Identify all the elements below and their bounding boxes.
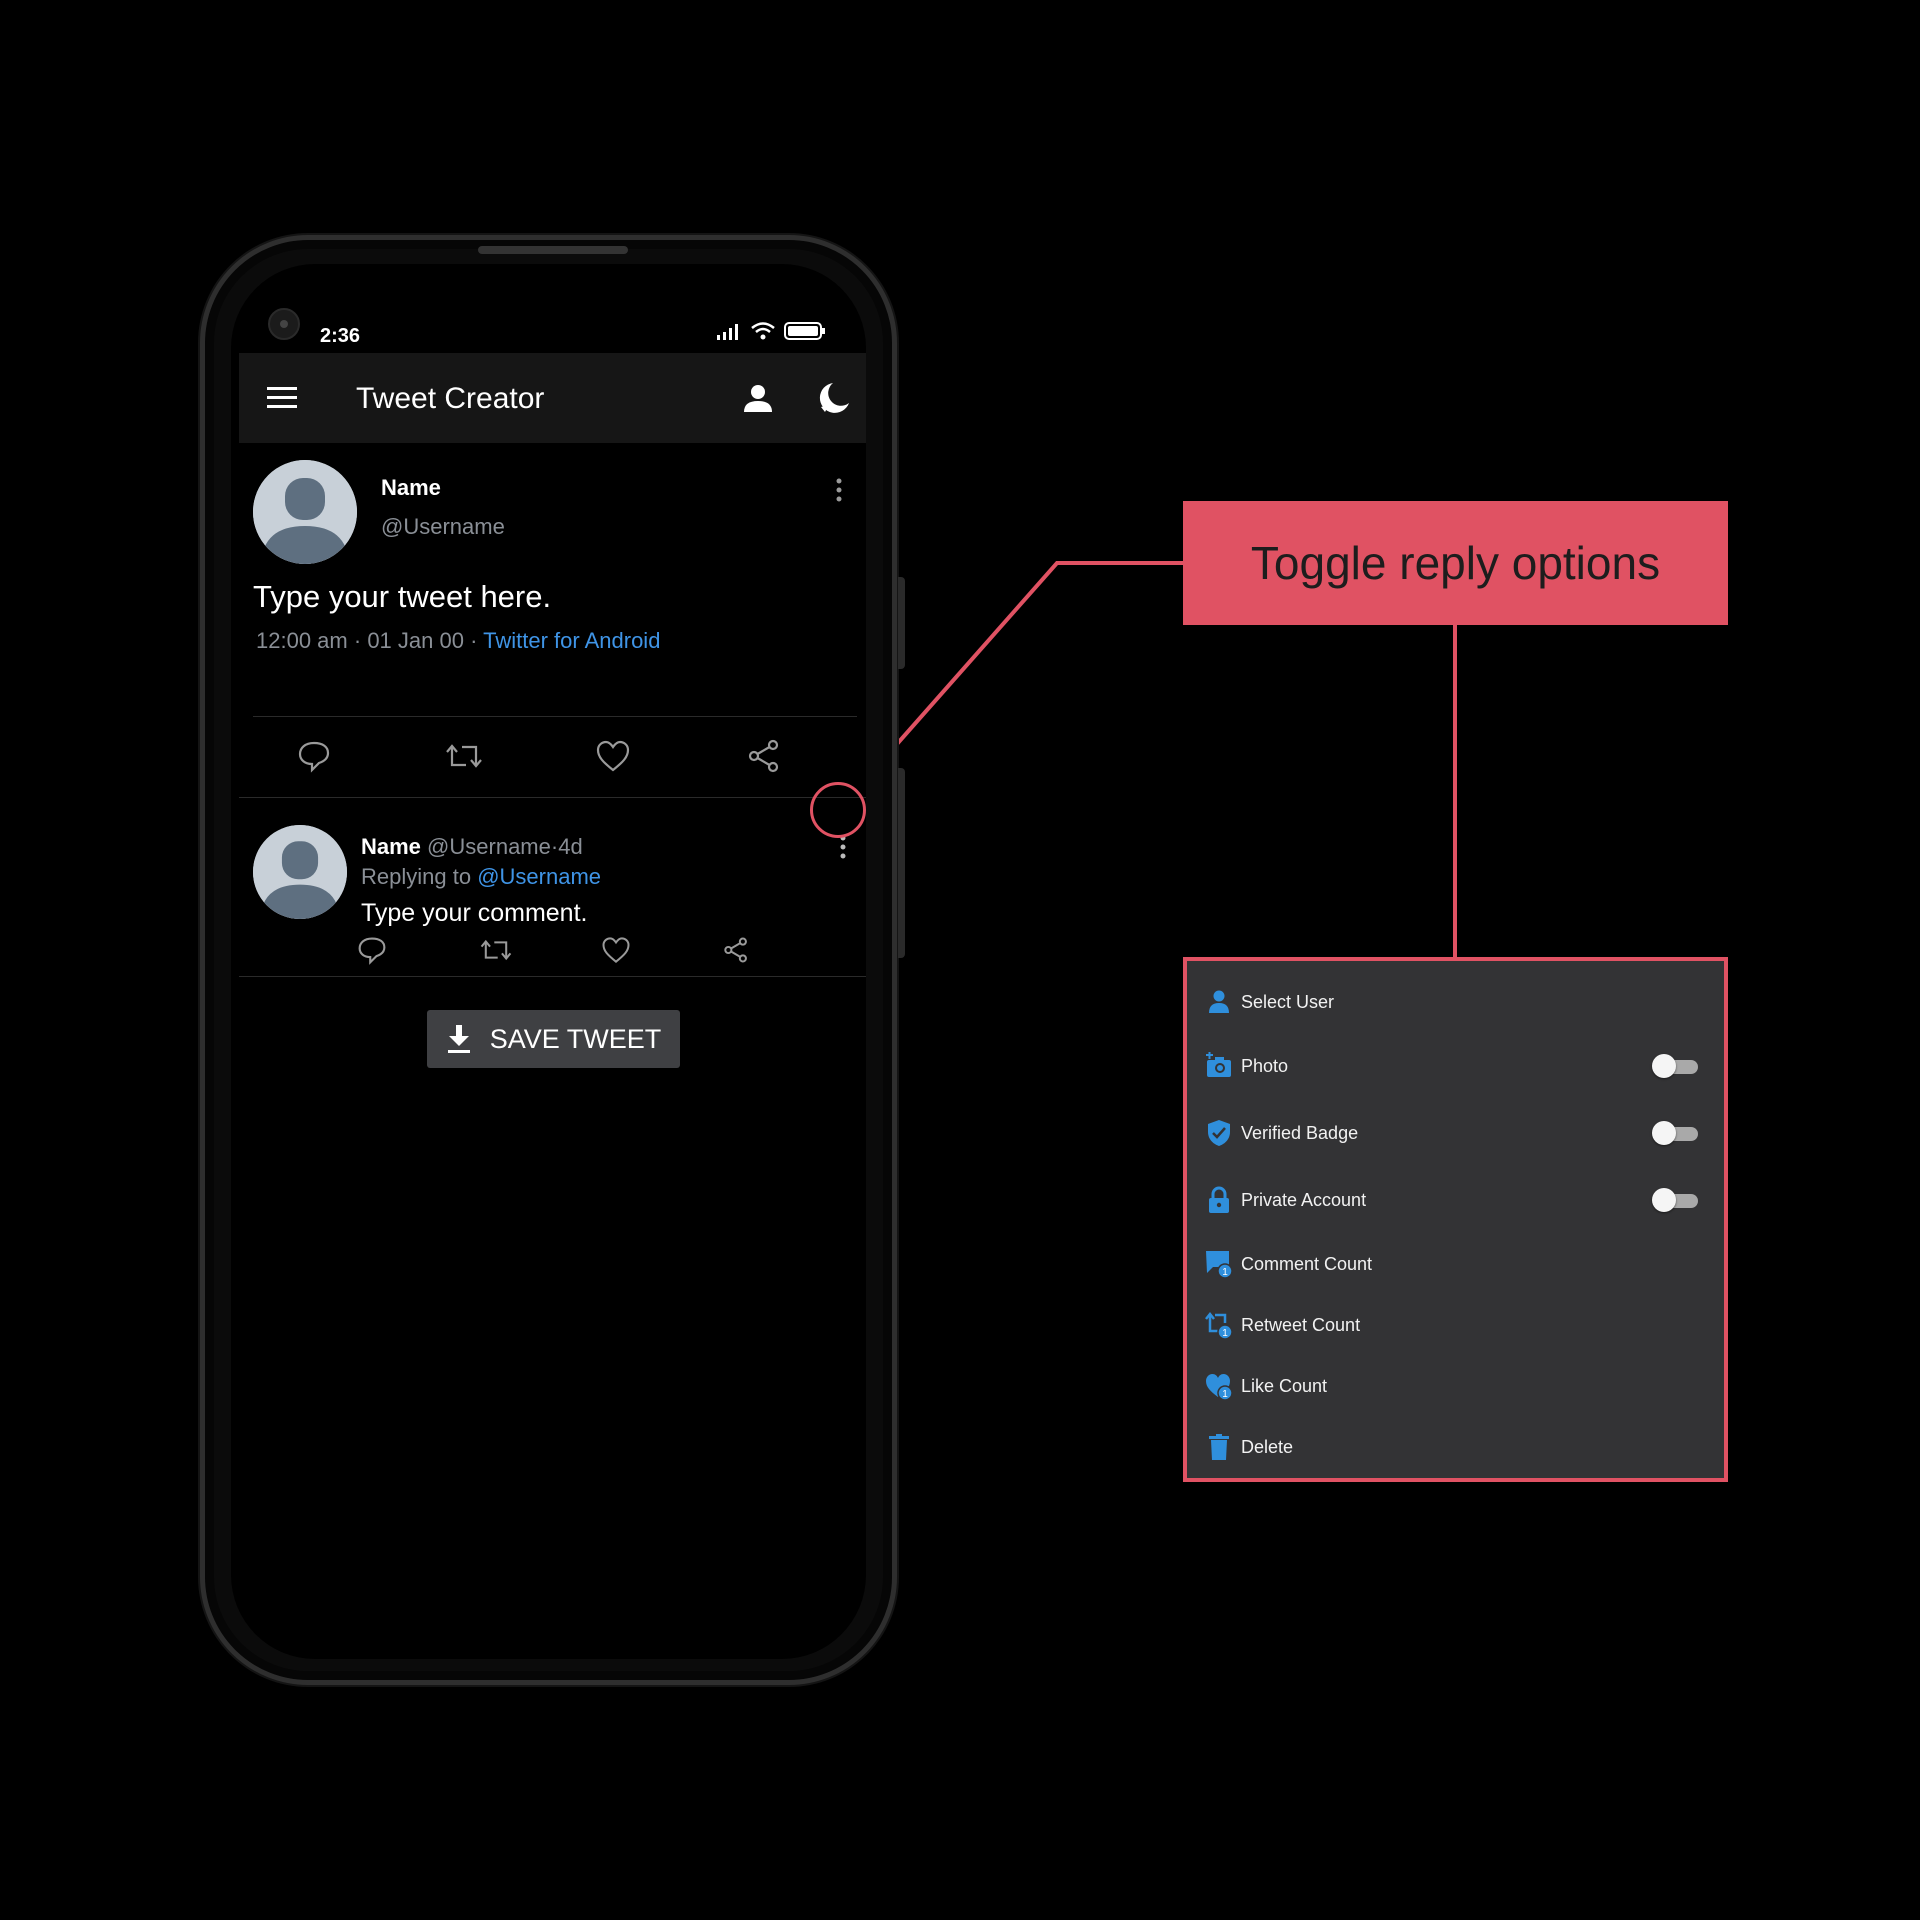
reply-header: Name @Username·4d xyxy=(361,834,583,860)
highlight-ring xyxy=(810,782,866,838)
private-account-toggle[interactable] xyxy=(1652,1188,1698,1212)
tweet-metadata: 12:00 am · 01 Jan 00 · Twitter for Andro… xyxy=(256,628,660,654)
tweet-more-options-icon[interactable] xyxy=(829,477,849,503)
reply-divider xyxy=(239,976,866,977)
count-badge-label: 1 xyxy=(1222,1328,1228,1339)
tweet-divider xyxy=(253,716,857,717)
menu-item-label: Photo xyxy=(1241,1055,1289,1076)
like-icon[interactable] xyxy=(595,739,631,773)
reply-action-bar xyxy=(239,935,866,975)
replying-to-handle[interactable]: @Username xyxy=(477,864,601,889)
reply-avatar[interactable] xyxy=(253,825,347,919)
default-avatar-icon xyxy=(253,460,357,564)
menu-item-verified-badge[interactable]: Verified Badge xyxy=(1187,1108,1724,1158)
meta-separator: · xyxy=(470,628,478,653)
status-time: 2:36 xyxy=(320,325,361,347)
callout-banner: Toggle reply options xyxy=(1183,501,1728,625)
menu-item-label: Private Account xyxy=(1241,1189,1367,1210)
default-avatar-icon xyxy=(253,825,347,919)
tweet-avatar[interactable] xyxy=(253,460,357,564)
download-icon xyxy=(447,1025,470,1053)
tweet-username[interactable]: @Username xyxy=(381,514,505,540)
menu-item-private-account[interactable]: Private Account xyxy=(1187,1175,1724,1225)
dark-mode-icon[interactable] xyxy=(817,381,851,415)
menu-item-comment-count[interactable]: 1 Comment Count xyxy=(1187,1239,1724,1289)
tweet-time[interactable]: 12:00 am xyxy=(256,628,348,653)
battery-icon xyxy=(784,322,825,340)
lock-icon xyxy=(1209,1186,1229,1213)
tweet-card: Name @Username Type your tweet here. 12:… xyxy=(239,443,866,798)
signal-icon xyxy=(717,324,738,340)
side-button-upper xyxy=(898,577,905,669)
reply-display-name[interactable]: Name xyxy=(361,834,421,859)
count-badge-label: 1 xyxy=(1222,1389,1228,1400)
app-title: Tweet Creator xyxy=(356,382,545,415)
tweet-action-bar xyxy=(239,739,866,779)
person-icon xyxy=(1209,990,1229,1013)
status-icons xyxy=(716,321,826,341)
add-photo-icon xyxy=(1206,1052,1231,1077)
reply-icon[interactable] xyxy=(357,935,387,965)
retweet-icon[interactable] xyxy=(479,935,513,965)
hamburger-menu-icon[interactable] xyxy=(267,387,297,409)
like-count-icon: 1 xyxy=(1206,1374,1233,1400)
retweet-icon[interactable] xyxy=(444,739,484,773)
menu-item-retweet-count[interactable]: 1 Retweet Count xyxy=(1187,1300,1724,1350)
count-badge-label: 1 xyxy=(1222,1267,1228,1278)
menu-item-like-count[interactable]: 1 Like Count xyxy=(1187,1361,1724,1411)
save-tweet-button[interactable]: SAVE TWEET xyxy=(427,1010,680,1068)
tweet-date[interactable]: 01 Jan 00 xyxy=(367,628,464,653)
menu-item-label: Select User xyxy=(1241,991,1335,1012)
menu-item-label: Delete xyxy=(1241,1436,1294,1457)
front-camera xyxy=(268,308,300,340)
tweet-display-name[interactable]: Name xyxy=(381,475,441,501)
status-bar: 2:36 xyxy=(231,264,866,347)
comment-count-icon: 1 xyxy=(1206,1251,1233,1278)
menu-item-label: Like Count xyxy=(1241,1375,1328,1396)
menu-item-delete[interactable]: Delete xyxy=(1187,1422,1724,1472)
retweet-count-icon: 1 xyxy=(1205,1311,1233,1339)
verified-badge-toggle[interactable] xyxy=(1652,1121,1698,1145)
reply-icon[interactable] xyxy=(297,739,331,773)
menu-item-label: Comment Count xyxy=(1241,1253,1373,1274)
replying-to-line: Replying to @Username xyxy=(361,864,601,890)
replying-to-prefix: Replying to xyxy=(361,864,472,889)
reply-username[interactable]: @Username xyxy=(427,834,551,859)
wifi-icon xyxy=(751,322,775,340)
menu-item-label: Retweet Count xyxy=(1241,1314,1361,1335)
tweet-text[interactable]: Type your tweet here. xyxy=(253,579,551,615)
reply-options-menu: Select User Photo Verified Badge Private… xyxy=(1183,957,1728,1482)
like-icon[interactable] xyxy=(601,935,631,965)
earpiece-speaker xyxy=(478,246,628,254)
reply-card: Name @Username·4d Replying to @Username … xyxy=(239,798,866,978)
photo-toggle[interactable] xyxy=(1652,1054,1698,1078)
share-icon[interactable] xyxy=(723,937,749,963)
account-icon[interactable] xyxy=(743,383,773,413)
share-icon[interactable] xyxy=(747,739,781,773)
tweet-source[interactable]: Twitter for Android xyxy=(483,628,660,653)
phone-frame: 2:36 Tweet Creator Name @Username Type y… xyxy=(200,235,905,1685)
reply-text[interactable]: Type your comment. xyxy=(361,899,587,928)
menu-item-label: Verified Badge xyxy=(1241,1122,1359,1143)
menu-item-photo[interactable]: Photo xyxy=(1187,1041,1724,1091)
app-bar: Tweet Creator xyxy=(239,353,866,443)
phone-screen: 2:36 Tweet Creator Name @Username Type y… xyxy=(231,264,866,1659)
reply-age[interactable]: 4d xyxy=(558,834,582,859)
trash-icon xyxy=(1209,1434,1229,1460)
save-tweet-label: SAVE TWEET xyxy=(489,1023,662,1054)
verified-shield-icon xyxy=(1208,1120,1230,1146)
side-button-lower xyxy=(898,768,905,958)
meta-separator: · xyxy=(353,628,362,653)
menu-item-select-user[interactable]: Select User xyxy=(1187,977,1724,1027)
callout-label: Toggle reply options xyxy=(1250,537,1661,589)
